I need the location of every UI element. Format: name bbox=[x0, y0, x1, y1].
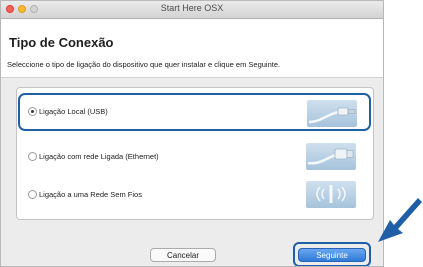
page-description: Seleccione o tipo de ligação do disposit… bbox=[7, 60, 281, 69]
title-bar[interactable]: Start Here OSX bbox=[1, 1, 383, 19]
window-title: Start Here OSX bbox=[160, 3, 224, 13]
option-wireless-label: Ligação a uma Rede Sem Fios bbox=[39, 190, 142, 199]
option-usb-label: Ligação Local (USB) bbox=[39, 107, 108, 116]
connection-options-panel: Ligação Local (USB) Ligação com rede Lig… bbox=[16, 87, 374, 220]
option-ethernet-label: Ligação com rede Ligada (Ethernet) bbox=[39, 152, 159, 161]
option-ethernet[interactable]: Ligação com rede Ligada (Ethernet) bbox=[20, 140, 370, 174]
radio-usb[interactable] bbox=[28, 107, 37, 116]
option-wireless[interactable]: Ligação a uma Rede Sem Fios bbox=[20, 178, 370, 212]
radio-ethernet[interactable] bbox=[28, 152, 37, 161]
wireless-icon bbox=[306, 181, 356, 208]
ethernet-cable-icon bbox=[306, 143, 356, 170]
next-button[interactable]: Seguinte bbox=[298, 248, 366, 262]
header-area: Tipo de Conexão bbox=[1, 19, 383, 78]
option-usb[interactable]: Ligação Local (USB) bbox=[18, 93, 371, 131]
usb-cable-icon bbox=[307, 100, 357, 127]
pointer-arrow-icon bbox=[378, 198, 422, 242]
page-title: Tipo de Conexão bbox=[9, 35, 114, 50]
radio-wireless[interactable] bbox=[28, 190, 37, 199]
cancel-button[interactable]: Cancelar bbox=[150, 248, 216, 262]
installer-window: Start Here OSX Tipo de Conexão Seleccion… bbox=[0, 0, 384, 267]
